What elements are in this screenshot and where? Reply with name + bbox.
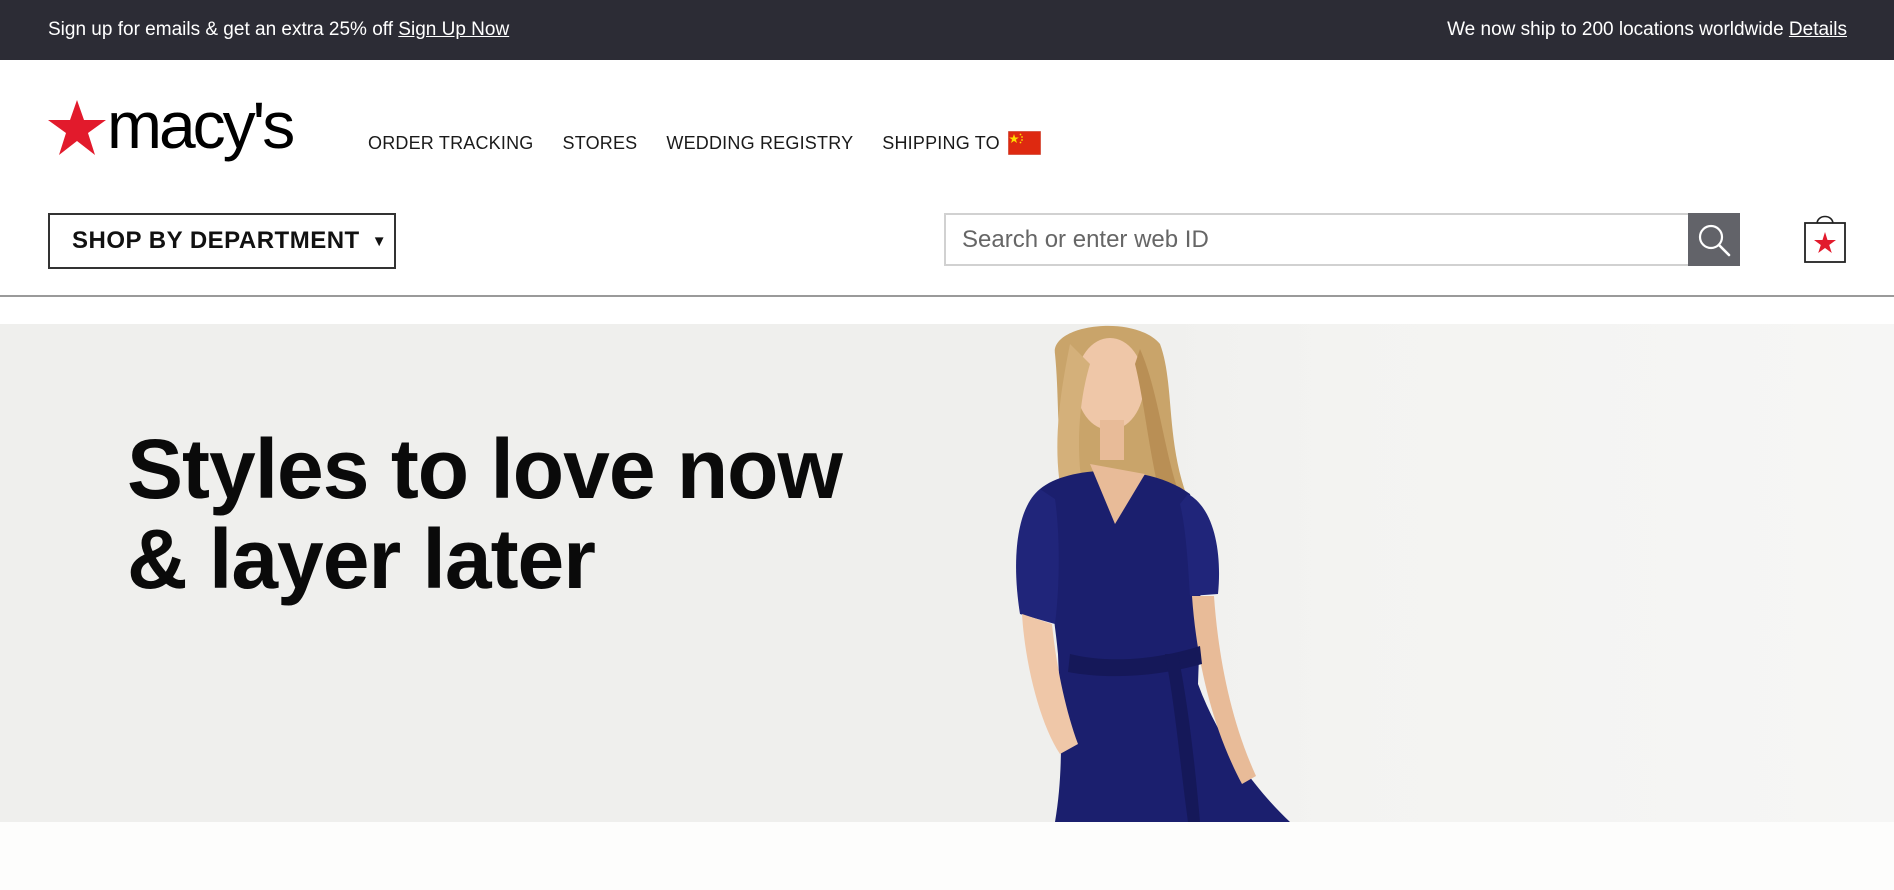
promo-bar: Sign up for emails & get an extra 25% of… xyxy=(0,0,1894,60)
nav-shipping-to[interactable]: SHIPPING TO xyxy=(882,131,1041,155)
brand-wordmark: macy's xyxy=(107,88,295,162)
top-nav: ORDER TRACKING STORES WEDDING REGISTRY S… xyxy=(368,131,1070,155)
sign-up-link[interactable]: Sign Up Now xyxy=(398,19,509,40)
search-icon xyxy=(1698,224,1731,256)
hero-title: Styles to love now & layer later xyxy=(127,422,843,606)
model-in-navy-dress-image xyxy=(1016,325,1290,822)
department-label: SHOP BY DEPARTMENT xyxy=(72,227,360,254)
header-divider xyxy=(0,295,1894,297)
search-bar xyxy=(944,213,1740,266)
macys-logo[interactable]: macy's xyxy=(48,92,295,166)
caret-down-icon: ▼ xyxy=(371,232,388,250)
search-button[interactable] xyxy=(1688,213,1740,266)
shipping-promo: We now ship to 200 locations worldwide D… xyxy=(1447,19,1847,41)
shipping-promo-text: We now ship to 200 locations worldwide xyxy=(1447,19,1784,40)
china-flag-icon xyxy=(1007,131,1041,155)
hero-title-line-2: & layer later xyxy=(127,512,596,606)
shop-by-department-button[interactable]: SHOP BY DEPARTMENT ▼ xyxy=(48,213,396,269)
details-link[interactable]: Details xyxy=(1789,19,1847,40)
red-star-icon xyxy=(48,100,106,155)
nav-wedding-registry[interactable]: WEDDING REGISTRY xyxy=(666,133,853,154)
nav-stores[interactable]: STORES xyxy=(563,133,638,154)
shipping-to-label: SHIPPING TO xyxy=(882,132,1000,153)
hero-title-line-1: Styles to love now xyxy=(127,422,843,516)
email-promo: Sign up for emails & get an extra 25% of… xyxy=(48,19,509,41)
email-promo-text: Sign up for emails & get an extra 25% of… xyxy=(48,19,394,40)
search-input[interactable] xyxy=(944,213,1688,266)
hero-banner[interactable]: Styles to love now & layer later xyxy=(0,324,1894,822)
page-content-area xyxy=(0,822,1894,890)
shopping-bag-icon xyxy=(1804,215,1846,263)
nav-order-tracking[interactable]: ORDER TRACKING xyxy=(368,133,534,154)
shopping-bag-button[interactable] xyxy=(1804,210,1846,264)
